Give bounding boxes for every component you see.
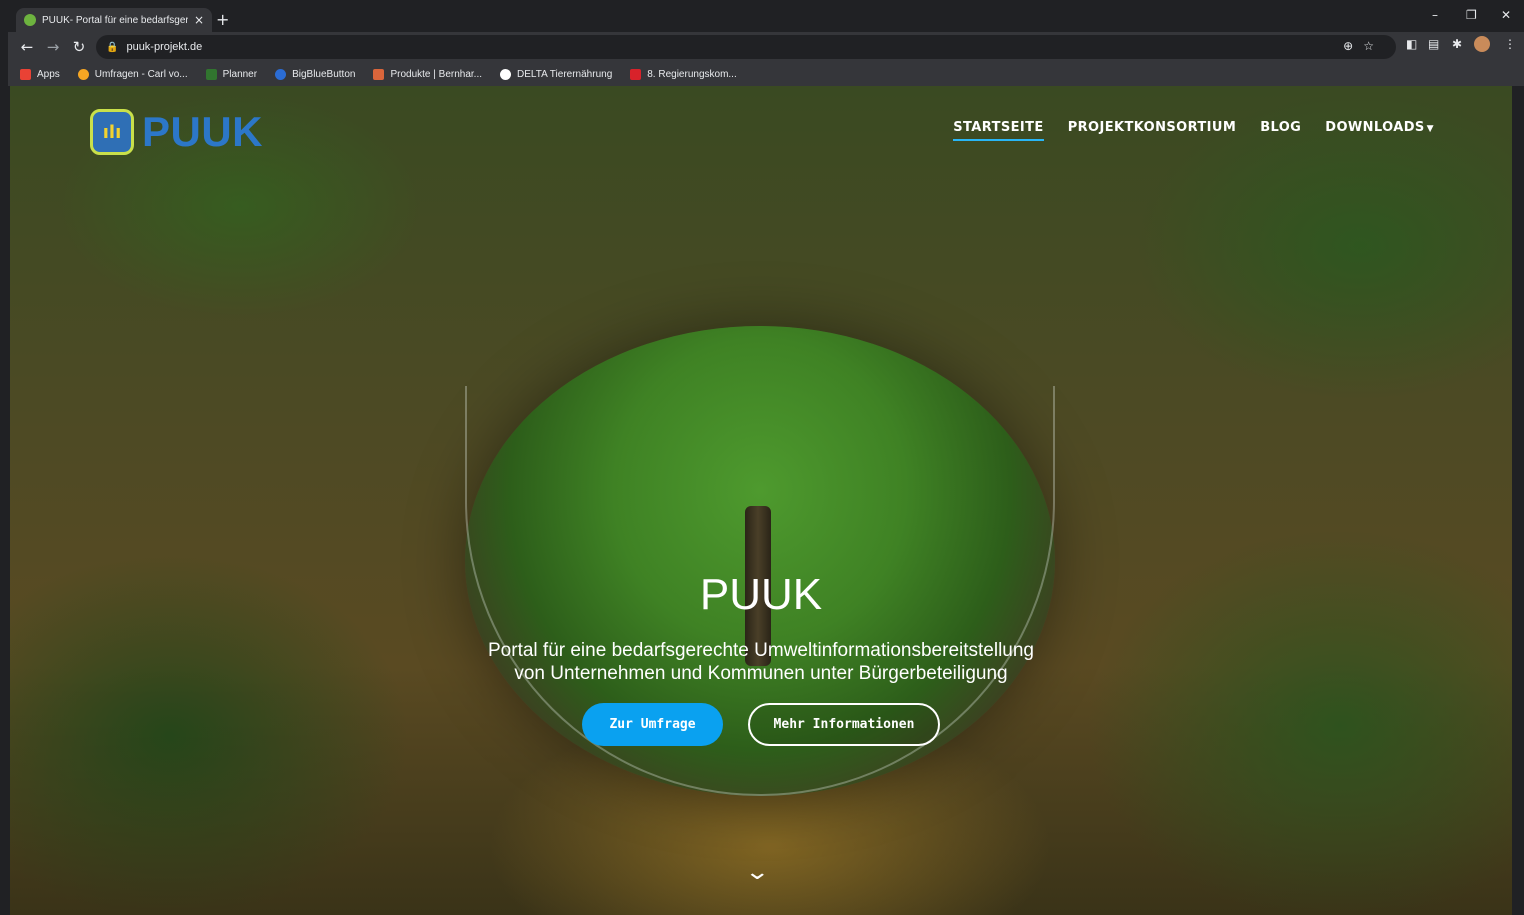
umfragen-icon bbox=[77, 68, 89, 80]
delta-icon bbox=[500, 68, 512, 80]
address-bar[interactable]: 🔒 puuk-projekt.de ⊕☆ bbox=[96, 35, 1396, 59]
nav-blog[interactable]: BLOG bbox=[1260, 120, 1301, 141]
bookmark-planner[interactable]: Planner bbox=[205, 68, 257, 80]
hero-title: PUUK bbox=[699, 570, 823, 619]
planner-icon bbox=[205, 68, 217, 80]
hero-subtitle-line2: von Unternehmen und Kommunen unter Bürge… bbox=[514, 663, 1008, 684]
avatar[interactable] bbox=[1474, 36, 1490, 52]
reload-icon[interactable]: ↻ bbox=[66, 38, 92, 56]
bookmark-umfragen[interactable]: Umfragen - Carl vo... bbox=[77, 68, 188, 80]
browser-toolbar: ← → ↻ 🔒 puuk-projekt.de ⊕☆ bbox=[8, 32, 1524, 62]
produkte-icon bbox=[373, 68, 385, 80]
back-icon[interactable]: ← bbox=[14, 38, 40, 56]
bookmark-regierungskom[interactable]: 8. Regierungskom... bbox=[630, 68, 737, 80]
close-window-icon[interactable]: ✕ bbox=[1501, 8, 1511, 22]
document-extension-icon[interactable]: ▤ bbox=[1428, 37, 1439, 51]
logo-text: PUUK bbox=[142, 108, 264, 155]
extension-icon[interactable]: ◧ bbox=[1406, 37, 1417, 51]
bookmark-delta[interactable]: DELTA Tierernährung bbox=[500, 68, 612, 80]
bookmark-apps[interactable]: Apps bbox=[20, 68, 60, 80]
survey-button[interactable]: Zur Umfrage bbox=[582, 703, 723, 746]
minimize-icon[interactable]: – bbox=[1432, 8, 1438, 22]
lock-icon: 🔒 bbox=[106, 41, 119, 53]
tab-title: PUUK- Portal für eine bedarfsger bbox=[42, 14, 188, 26]
bigbluebutton-icon bbox=[275, 68, 287, 80]
regierungskom-icon bbox=[630, 68, 642, 80]
hero-subtitle: Portal für eine bedarfsgerechte Umweltin… bbox=[10, 639, 1512, 685]
zoom-icon[interactable]: ⊕ bbox=[1343, 39, 1363, 53]
tab-strip: PUUK- Portal für eine bedarfsger × + – ❐… bbox=[8, 4, 1524, 32]
new-tab-button[interactable]: + bbox=[216, 10, 229, 29]
hero-subtitle-line1: Portal für eine bedarfsgerechte Umweltin… bbox=[488, 640, 1034, 661]
apps-grid-icon bbox=[20, 68, 31, 80]
webpage: ılı PUUK STARTSEITE PROJEKTKONSORTIUM BL… bbox=[10, 86, 1512, 915]
main-navigation: STARTSEITE PROJEKTKONSORTIUM BLOG DOWNLO… bbox=[953, 120, 1434, 141]
logo-mark-icon: ılı bbox=[90, 109, 134, 155]
menu-dots-icon[interactable]: ⋮ bbox=[1504, 37, 1516, 51]
favicon-icon bbox=[24, 14, 36, 26]
restore-icon[interactable]: ❐ bbox=[1466, 8, 1477, 22]
browser-tab[interactable]: PUUK- Portal für eine bedarfsger × bbox=[16, 8, 212, 32]
nav-startseite[interactable]: STARTSEITE bbox=[953, 120, 1044, 141]
nav-projektkonsortium[interactable]: PROJEKTKONSORTIUM bbox=[1068, 120, 1237, 141]
caret-down-icon: ▼ bbox=[1426, 124, 1434, 134]
forward-icon[interactable]: → bbox=[40, 38, 66, 56]
chevron-down-icon[interactable]: ⌄ bbox=[744, 860, 770, 885]
puzzle-icon[interactable]: ✱ bbox=[1452, 37, 1462, 51]
bookmark-star-icon[interactable]: ☆ bbox=[1363, 39, 1384, 53]
url-text: puuk-projekt.de bbox=[126, 41, 203, 53]
more-info-button[interactable]: Mehr Informationen bbox=[748, 703, 940, 746]
bookmark-produkte[interactable]: Produkte | Bernhar... bbox=[373, 68, 482, 80]
bookmarks-bar: Apps Umfragen - Carl vo... Planner BigBl… bbox=[8, 62, 1524, 86]
bookmark-bigbluebutton[interactable]: BigBlueButton bbox=[275, 68, 355, 80]
browser-chrome: PUUK- Portal für eine bedarfsger × + – ❐… bbox=[8, 4, 1524, 86]
close-tab-icon[interactable]: × bbox=[194, 13, 204, 27]
omnibox-actions: ⊕☆ bbox=[1343, 39, 1384, 53]
nav-downloads[interactable]: DOWNLOADS ▼ bbox=[1325, 120, 1434, 141]
site-logo[interactable]: ılı PUUK bbox=[90, 108, 263, 156]
